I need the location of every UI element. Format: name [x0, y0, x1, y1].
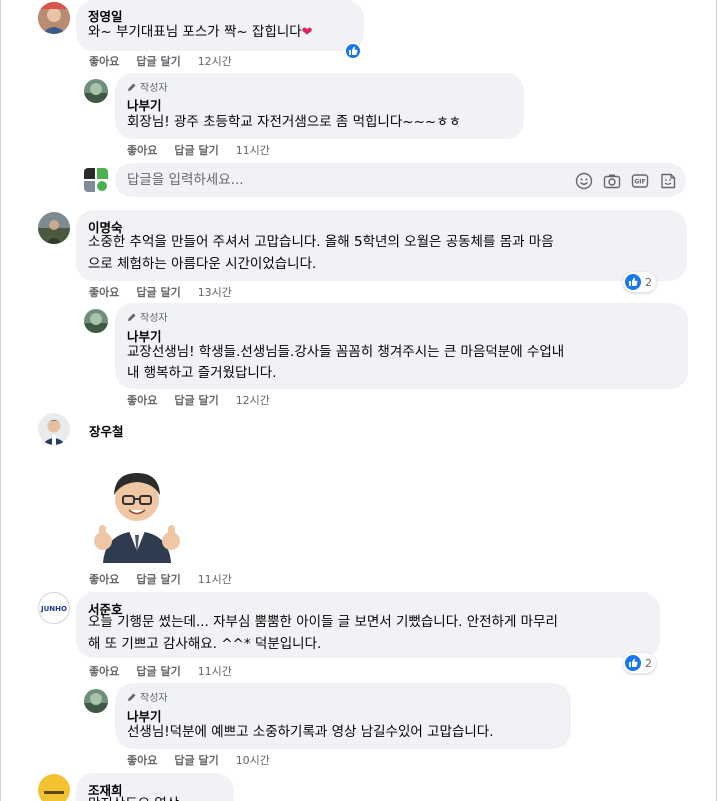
avatar-nabugi[interactable] [84, 309, 108, 333]
pencil-icon [128, 83, 136, 91]
avatar-nabugi[interactable] [84, 689, 108, 713]
author-badge: 작성자 [127, 309, 168, 324]
timestamp[interactable]: 12시간 [236, 392, 270, 408]
like-button[interactable]: 좋아요 [89, 571, 119, 587]
reply-text: 회장님! 광주 초등학교 자전거샘으로 좀 먹힙니다~~~ㅎㅎ [127, 114, 462, 130]
timestamp[interactable]: 12시간 [198, 53, 232, 69]
author-badge-label: 작성자 [140, 313, 168, 324]
like-button[interactable]: 좋아요 [89, 53, 119, 69]
reply-input[interactable] [127, 163, 557, 197]
comment-thread: 정영일 와~ 부기대표님 포스가 짝~ 잡힙니다❤ 좋아요 답글 달기 12시간 작… [0, 0, 717, 801]
like-reaction-icon [625, 655, 641, 671]
thumbs-up-avatar-sticker [89, 463, 185, 563]
like-reaction-icon[interactable] [344, 42, 362, 60]
emoji-icon[interactable] [575, 172, 593, 190]
comment-text-line: 와~ 부기대표님 포스가 짝~ 잡힙니다 [88, 24, 302, 40]
avatar-jo[interactable] [38, 774, 70, 801]
comment-bubble: 정영일 와~ 부기대표님 포스가 짝~ 잡힙니다❤ [76, 0, 364, 51]
current-user-avatar[interactable] [84, 168, 108, 192]
comment-text-line: 오늘 기행문 썼는데... 자부심 뿜뿜한 아이들 글 보면서 기뻤습니다. 안… [88, 614, 558, 630]
timestamp[interactable]: 11시간 [198, 571, 232, 587]
timestamp[interactable]: 11시간 [198, 663, 232, 679]
pencil-icon [128, 693, 136, 701]
comment-text-line: 으로 체험하는 아름다운 시간이었습니다. [88, 256, 317, 272]
avatar-jeong[interactable] [38, 2, 70, 34]
comment-text: 와~ 부기대표님 포스가 짝~ 잡힙니다❤ [88, 21, 313, 44]
reply-bubble: 작성자 나부기 회장님! 광주 초등학교 자전거샘으로 좀 먹힙니다~~~ㅎㅎ [115, 73, 524, 139]
heart-emoji-icon: ❤ [301, 25, 313, 40]
author-badge-label: 작성자 [140, 83, 168, 94]
reaction-summary[interactable]: 2 [623, 272, 656, 292]
avatar-seo[interactable]: JUNHO [38, 592, 70, 624]
camera-icon[interactable] [603, 172, 621, 190]
reply-input-box[interactable]: GIF [115, 163, 686, 197]
author-badge: 작성자 [127, 689, 168, 704]
like-button[interactable]: 좋아요 [89, 284, 119, 300]
timestamp[interactable]: 13시간 [198, 284, 232, 300]
reaction-count: 2 [645, 656, 652, 670]
avatar-lee[interactable] [38, 212, 70, 244]
avatar-nabugi[interactable] [84, 79, 108, 103]
like-button[interactable]: 좋아요 [127, 752, 157, 768]
svg-text:GIF: GIF [634, 179, 645, 186]
reply-actions: 좋아요 답글 달기 11시간 [127, 142, 287, 158]
avatar-logo-text: JUNHO [40, 605, 67, 613]
reply-text-line: 교장선생님! 학생들.선생님들.강사들 꼼꼼히 챙겨주시는 큰 마음덕분에 수업… [127, 344, 565, 360]
reply-text: 선생님!덕분에 예쁘고 소중하기록과 영상 남길수있어 고맙습니다. [127, 724, 494, 740]
like-reaction-icon [625, 274, 641, 290]
comment-actions: 좋아요 답글 달기 12시간 [89, 53, 249, 69]
gif-icon[interactable]: GIF [631, 172, 649, 190]
timestamp[interactable]: 10시간 [236, 752, 270, 768]
comment-text-line: 해 또 기쁘고 감사해요. ^^* 덕분입니다. [88, 636, 322, 652]
comment-actions: 좋아요 답글 달기 11시간 [89, 571, 249, 587]
reply-button[interactable]: 답글 달기 [136, 663, 180, 679]
reply-button[interactable]: 답글 달기 [136, 53, 180, 69]
avatar-jang[interactable] [38, 413, 70, 445]
pencil-icon [128, 313, 136, 321]
comment-text-line: 만지산도요 영상 [88, 793, 179, 801]
comment-author[interactable]: 장우철 [89, 421, 124, 440]
reply-text-line: 내 행복하고 즐거웠답니다. [127, 365, 277, 381]
reply-button[interactable]: 답글 달기 [174, 142, 218, 158]
comment-bubble: 조재희 만지산도요 영상 [76, 773, 234, 801]
reply-button[interactable]: 답글 달기 [174, 392, 218, 408]
reply-actions: 좋아요 답글 달기 10시간 [127, 752, 287, 768]
reaction-summary[interactable]: 2 [623, 653, 656, 673]
reply-button[interactable]: 답글 달기 [174, 752, 218, 768]
author-badge: 작성자 [127, 79, 168, 94]
reply-bubble: 작성자 나부기 선생님!덕분에 예쁘고 소중하기록과 영상 남길수있어 고맙습니… [115, 683, 571, 749]
like-button[interactable]: 좋아요 [127, 392, 157, 408]
like-button[interactable]: 좋아요 [127, 142, 157, 158]
sticker-icon[interactable] [659, 172, 677, 190]
comment-text-line: 소중한 추억을 만들어 주셔서 고맙습니다. 올해 5학년의 오월은 공동체를 … [88, 234, 554, 250]
reply-actions: 좋아요 답글 달기 12시간 [127, 392, 287, 408]
comment-bubble: 서준호 오늘 기행문 썼는데... 자부심 뿜뿜한 아이들 글 보면서 기뻤습니… [76, 592, 660, 658]
comment-bubble: 이명숙 소중한 추억을 만들어 주셔서 고맙습니다. 올해 5학년의 오월은 공… [76, 210, 687, 281]
reply-button[interactable]: 답글 달기 [136, 284, 180, 300]
like-button[interactable]: 좋아요 [89, 663, 119, 679]
reply-bubble: 작성자 나부기 교장선생님! 학생들.선생님들.강사들 꼼꼼히 챙겨주시는 큰 … [115, 303, 688, 389]
timestamp[interactable]: 11시간 [236, 142, 270, 158]
author-badge-label: 작성자 [140, 693, 168, 704]
reaction-count: 2 [645, 275, 652, 289]
comment-actions: 좋아요 답글 달기 11시간 [89, 663, 249, 679]
reply-button[interactable]: 답글 달기 [136, 571, 180, 587]
comment-actions: 좋아요 답글 달기 13시간 [89, 284, 249, 300]
